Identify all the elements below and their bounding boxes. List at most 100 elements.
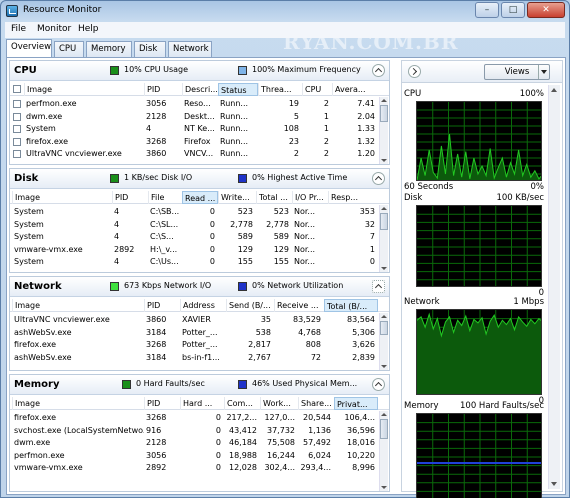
table-row[interactable]: dwm.exe 2128 0 46,184 75,508 57,492 18,016 — [10, 437, 379, 450]
graph-min-label: 0% — [530, 182, 545, 192]
chevron-down-icon[interactable] — [538, 65, 549, 79]
cpu-col-header[interactable]: Image — [24, 83, 140, 96]
row-checkbox[interactable] — [13, 125, 21, 133]
memory-col-header[interactable]: Share... — [298, 397, 334, 410]
network-col-header[interactable]: Total (B/... — [324, 299, 378, 312]
table-row[interactable]: vmware-vmx.exe 2892 H:\_v... 0 129 129 Nor... 1 — [10, 244, 379, 257]
disk-col-header[interactable]: Resp... — [328, 191, 378, 204]
collapse-icon[interactable] — [372, 64, 385, 77]
scroll-thumb[interactable] — [380, 321, 388, 335]
disk-col-header[interactable]: I/O Pr... — [292, 191, 328, 204]
table-row[interactable]: System 4 C:\SL... 0 2,778 2,778 Nor... 32 — [10, 219, 379, 232]
table-cell: 523 — [273, 207, 289, 216]
select-all-checkbox[interactable] — [13, 85, 21, 93]
tab-memory[interactable]: Memory — [86, 41, 132, 57]
table-row[interactable]: System 4 NT Ke... Runn... 108 1 1.33 — [10, 123, 379, 136]
memory-col-header[interactable]: Privat... — [334, 397, 378, 410]
table-cell: System — [14, 257, 44, 266]
scroll-thumb[interactable] — [380, 105, 388, 122]
network-col-header[interactable]: PID — [144, 299, 180, 312]
scroll-down-icon[interactable] — [381, 159, 387, 162]
table-row[interactable]: perfmon.exe 3056 0 18,988 16,244 6,024 10,220 — [10, 450, 379, 463]
memory-col-header[interactable]: Image — [12, 397, 144, 410]
collapse-icon[interactable] — [372, 172, 385, 185]
row-checkbox[interactable] — [13, 150, 21, 158]
menu-help[interactable]: Help — [78, 24, 99, 34]
network-col-header[interactable]: Address — [180, 299, 226, 312]
memory-scrollbar[interactable] — [379, 411, 388, 491]
scroll-up-icon[interactable] — [551, 88, 557, 92]
collapse-icon[interactable] — [372, 378, 385, 391]
scroll-thumb[interactable] — [380, 419, 388, 439]
table-row[interactable]: svchost.exe (LocalSystemNetwo... 916 0 43,4… — [10, 425, 379, 438]
cpu-col-header[interactable]: Status — [218, 83, 258, 96]
row-checkbox[interactable] — [13, 100, 21, 108]
table-row[interactable]: vmware-vmx.exe 2892 0 12,028 302,4... 293,4..… — [10, 462, 379, 475]
memory-panel-header[interactable]: Memory 0 Hard Faults/sec 46% Used Physic… — [10, 375, 389, 395]
scroll-up-icon[interactable] — [381, 315, 387, 318]
tab-cpu[interactable]: CPU — [54, 41, 84, 57]
scroll-down-icon[interactable] — [381, 365, 387, 368]
scroll-up-icon[interactable] — [381, 413, 387, 416]
row-checkbox[interactable] — [13, 112, 21, 121]
scroll-down-icon[interactable] — [551, 482, 557, 486]
scroll-thumb[interactable] — [380, 213, 388, 230]
table-row[interactable]: System 4 C:\SB... 0 523 523 Nor... 353 — [10, 206, 379, 219]
graphs-scrollbar[interactable] — [548, 85, 560, 489]
memory-col-header[interactable]: Com... — [224, 397, 260, 410]
minimize-button[interactable]: – — [475, 2, 499, 18]
network-col-header[interactable]: Send (B/... — [226, 299, 274, 312]
disk-col-header[interactable]: Total ... — [256, 191, 292, 204]
scroll-up-icon[interactable] — [381, 207, 387, 210]
network-col-header[interactable]: Receive ... — [274, 299, 324, 312]
disk-col-header[interactable]: Image — [12, 191, 112, 204]
disk-col-header[interactable]: File — [148, 191, 182, 204]
disk-col-header[interactable]: PID — [112, 191, 148, 204]
table-row[interactable]: ashWebSv.exe 3184 bs-in-f1... 2,767 72 2,839 — [10, 352, 379, 365]
memory-col-header[interactable]: PID — [144, 397, 180, 410]
cpu-col-header[interactable]: Threa... — [258, 83, 302, 96]
tab-overview[interactable]: Overview — [6, 39, 52, 57]
table-row[interactable]: perfmon.exe 3056 Reso... Runn... 19 2 7.41 — [10, 98, 379, 111]
table-row[interactable]: ashWebSv.exe 3184 Potter_... 538 4,768 5,306 — [10, 327, 379, 340]
cpu-panel-header[interactable]: CPU 10% CPU Usage 100% Maximum Frequency — [10, 61, 389, 81]
table-row[interactable]: UltraVNC vncviewer.exe 3860 VNCV... Runn...… — [10, 148, 379, 161]
cpu-col-header[interactable]: PID — [144, 83, 182, 96]
table-row[interactable]: firefox.exe 3268 0 217,2... 127,0... 20,544 10… — [10, 412, 379, 425]
memory-col-header[interactable]: Hard ... — [180, 397, 224, 410]
disk-col-header[interactable]: Read ... — [182, 191, 218, 204]
cpu-col-header[interactable]: Descri... — [182, 83, 218, 96]
cpu-col-header[interactable]: Avera... — [332, 83, 378, 96]
table-row[interactable]: System 4 C:\S... 0 589 589 Nor... 7 — [10, 231, 379, 244]
collapse-icon[interactable] — [372, 280, 385, 293]
table-cell: Deskt... — [184, 111, 215, 121]
scroll-down-icon[interactable] — [381, 267, 387, 270]
menu-monitor[interactable]: Monitor — [37, 24, 71, 34]
table-row[interactable]: UltraVNC vncviewer.exe 3860 XAVIER 35 83,529… — [10, 314, 379, 327]
tab-disk[interactable]: Disk — [134, 41, 166, 57]
network-panel-header[interactable]: Network 673 Kbps Network I/O 0% Network … — [10, 277, 389, 297]
table-row[interactable]: dwm.exe 2128 Deskt... Runn... 5 1 2.04 — [10, 111, 379, 124]
table-cell: vmware-vmx.exe — [14, 244, 83, 254]
table-row[interactable]: System 4 C:\Us... 0 155 155 Nor... 0 — [10, 256, 379, 269]
memory-col-header[interactable]: Work... — [260, 397, 298, 410]
menu-file[interactable]: File — [11, 24, 26, 34]
network-scrollbar[interactable] — [379, 313, 388, 370]
close-button[interactable]: ✕ — [527, 2, 565, 18]
network-col-header[interactable]: Image — [12, 299, 144, 312]
cpu-col-header[interactable]: CPU — [302, 83, 332, 96]
disk-panel-header[interactable]: Disk 1 KB/sec Disk I/O 0% Highest Active… — [10, 169, 389, 189]
title-bar[interactable]: Resource Monitor – □ ✕ — [1, 1, 569, 21]
row-checkbox[interactable] — [13, 137, 21, 146]
tab-network[interactable]: Network — [168, 41, 212, 57]
scroll-down-icon[interactable] — [381, 486, 387, 489]
maximize-button[interactable]: □ — [501, 2, 525, 18]
views-button[interactable]: Views — [484, 64, 550, 80]
table-row[interactable]: firefox.exe 3268 Potter_... 2,817 808 3,626 — [10, 339, 379, 352]
disk-col-header[interactable]: Write... — [218, 191, 256, 204]
disk-scrollbar[interactable] — [379, 205, 388, 272]
scroll-up-icon[interactable] — [381, 99, 387, 102]
table-row[interactable]: firefox.exe 3268 Firefox Runn... 23 2 1.32 — [10, 136, 379, 149]
cpu-scrollbar[interactable] — [379, 97, 388, 164]
expand-icon[interactable] — [408, 65, 421, 78]
